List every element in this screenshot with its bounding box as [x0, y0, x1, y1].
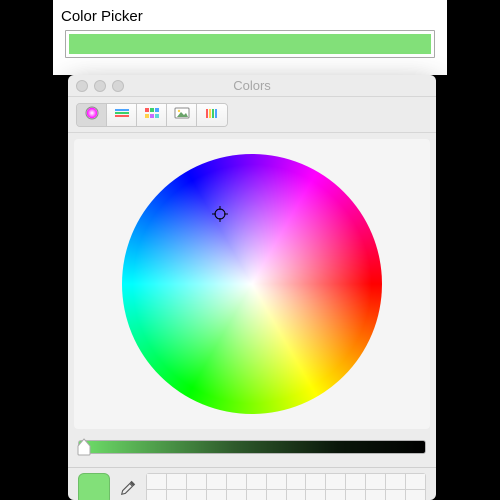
color-wheel-area — [74, 139, 430, 429]
swatch-slot[interactable] — [207, 474, 226, 489]
eyedropper-button[interactable] — [118, 479, 138, 499]
color-wheel-icon — [83, 106, 101, 123]
swatch-slot[interactable] — [406, 474, 425, 489]
swatch-slot[interactable] — [386, 474, 405, 489]
color-wheel[interactable] — [122, 154, 382, 414]
swatch-slot[interactable] — [147, 474, 166, 489]
colors-panel: Colors — [68, 75, 436, 500]
swatch-slot[interactable] — [346, 490, 365, 500]
mode-color-palettes[interactable] — [137, 104, 167, 126]
selected-color-well[interactable] — [65, 30, 435, 58]
mode-color-wheel[interactable] — [77, 104, 107, 126]
brightness-slider[interactable] — [78, 435, 426, 459]
swatch-slot[interactable] — [167, 490, 186, 500]
swatch-slot[interactable] — [167, 474, 186, 489]
brightness-track — [78, 440, 426, 454]
swatch-slot[interactable] — [227, 490, 246, 500]
color-mode-toolbar — [68, 97, 436, 133]
mode-color-sliders[interactable] — [107, 104, 137, 126]
swatch-slot[interactable] — [306, 474, 325, 489]
swatch-slot[interactable] — [247, 474, 266, 489]
swatch-slot[interactable] — [267, 490, 286, 500]
swatch-slot[interactable] — [187, 490, 206, 500]
swatch-slot[interactable] — [227, 474, 246, 489]
swatch-slot[interactable] — [346, 474, 365, 489]
palette-icon — [143, 106, 161, 123]
swatch-slot[interactable] — [366, 490, 385, 500]
crosshair-icon[interactable] — [212, 206, 228, 222]
mode-pencils[interactable] — [197, 104, 227, 126]
titlebar: Colors — [68, 75, 436, 97]
panel-title: Colors — [68, 78, 436, 93]
custom-swatch-grid[interactable] — [146, 473, 426, 500]
brightness-thumb[interactable] — [77, 438, 91, 456]
selected-color-swatch — [69, 34, 431, 54]
swatch-slot[interactable] — [366, 474, 385, 489]
image-icon — [173, 106, 191, 123]
swatch-slot[interactable] — [147, 490, 166, 500]
swatch-slot[interactable] — [326, 474, 345, 489]
swatch-slot[interactable] — [287, 490, 306, 500]
mode-image-palettes[interactable] — [167, 104, 197, 126]
eyedropper-icon — [119, 479, 137, 500]
crayons-icon — [203, 106, 221, 123]
swatch-slot[interactable] — [287, 474, 306, 489]
swatch-slot[interactable] — [267, 474, 286, 489]
swatch-slot[interactable] — [247, 490, 266, 500]
swatch-slot[interactable] — [406, 490, 425, 500]
swatch-slot[interactable] — [386, 490, 405, 500]
sliders-icon — [113, 106, 131, 123]
current-color-swatch[interactable] — [78, 473, 110, 500]
swatch-slot[interactable] — [207, 490, 226, 500]
color-picker-label: Color Picker — [61, 8, 143, 25]
swatch-slot[interactable] — [187, 474, 206, 489]
swatch-slot[interactable] — [326, 490, 345, 500]
swatch-slot[interactable] — [306, 490, 325, 500]
